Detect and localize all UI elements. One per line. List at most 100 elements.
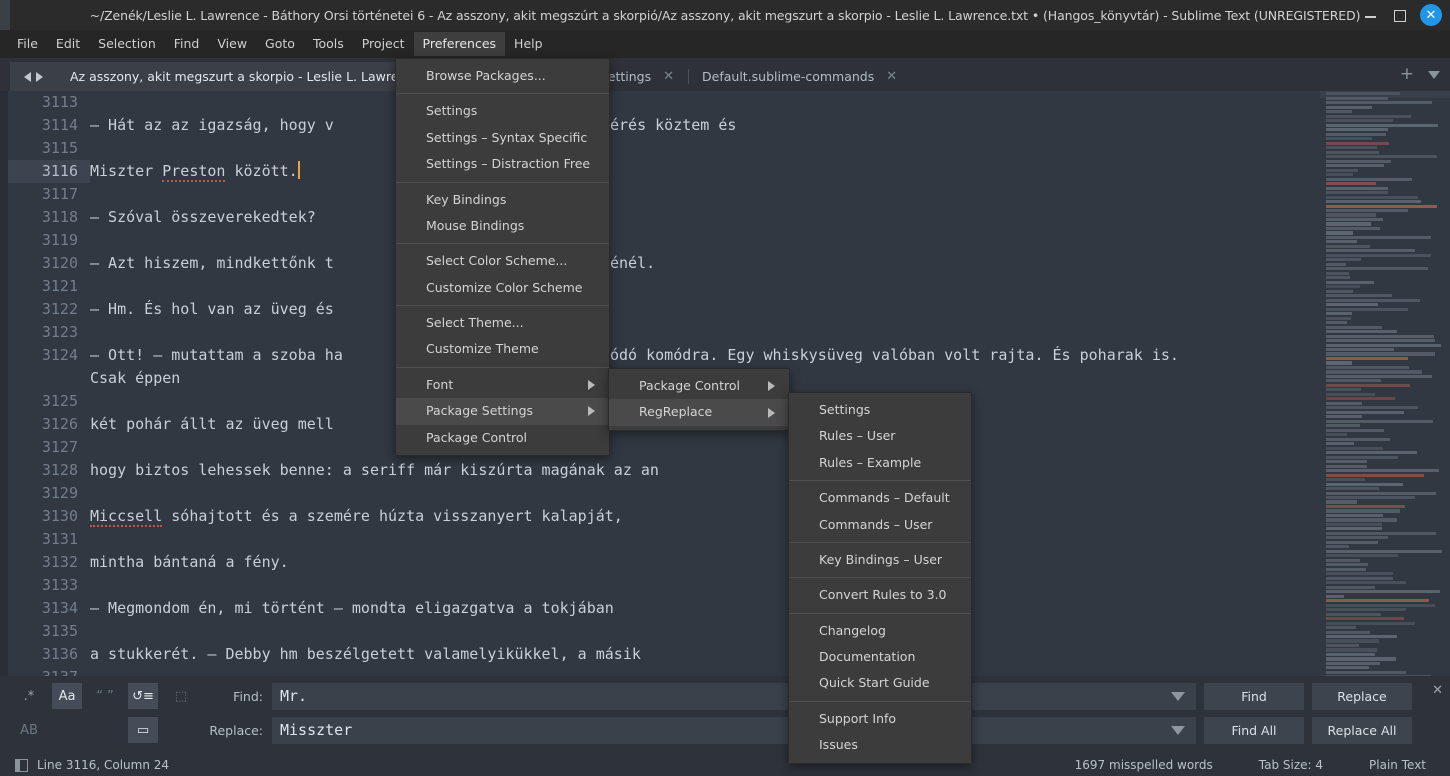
menu-goto[interactable]: Goto (256, 32, 304, 56)
tab-close-icon[interactable]: ✕ (886, 70, 897, 83)
menu-item-label: Changelog (819, 622, 886, 638)
menu-item-package-control[interactable]: Package Control (396, 425, 609, 451)
menu-item-select-theme[interactable]: Select Theme... (396, 310, 609, 336)
syntax-mode[interactable]: Plain Text (1369, 758, 1426, 772)
code-line[interactable]: hogy biztos lehessek benne: a seriff már… (90, 459, 1320, 482)
code-line[interactable] (90, 275, 1320, 298)
menu-item-mouse-bindings[interactable]: Mouse Bindings (396, 213, 609, 239)
sidebar-toggle-icon[interactable] (15, 758, 28, 772)
minimap-line (1326, 141, 1389, 145)
code-line[interactable] (90, 666, 1320, 676)
wrap-search-toggle[interactable]: ↺≡ (128, 683, 158, 709)
code-line[interactable] (90, 91, 1320, 114)
code-line[interactable] (90, 620, 1320, 643)
code-line-tail-3114[interactable]: érés köztem és (610, 114, 736, 137)
code-line[interactable] (90, 229, 1320, 252)
menu-item-commands-user[interactable]: Commands – User (789, 512, 971, 538)
menu-item-quick-start-guide[interactable]: Quick Start Guide (789, 670, 971, 696)
menu-item-key-bindings-user[interactable]: Key Bindings – User (789, 547, 971, 573)
new-tab-icon[interactable]: + (1400, 66, 1414, 83)
code-line[interactable]: — Szóval összeverekedtek? (90, 206, 1320, 229)
tab-scroll-arrows[interactable] (10, 62, 56, 91)
menu-item-customize-color-scheme[interactable]: Customize Color Scheme (396, 275, 609, 301)
close-button[interactable]: ✕ (1420, 4, 1442, 26)
menu-item-browse-packages[interactable]: Browse Packages... (396, 63, 609, 89)
code-line[interactable]: Miccsell sóhajtott és a szemére húzta vi… (90, 505, 1320, 528)
menu-item-customize-theme[interactable]: Customize Theme (396, 336, 609, 362)
minimize-button[interactable] (1364, 8, 1378, 22)
regex-toggle[interactable]: .* (14, 683, 44, 709)
tab-prev-arrow-icon[interactable] (23, 71, 31, 82)
code-line[interactable] (90, 528, 1320, 551)
code-line[interactable] (90, 574, 1320, 597)
menu-item-key-bindings[interactable]: Key Bindings (396, 187, 609, 213)
menu-item-changelog[interactable]: Changelog (789, 618, 971, 644)
find-all-button[interactable]: Find All (1204, 716, 1304, 744)
code-line[interactable]: — Azt hiszem, mindkettőnk t (90, 252, 1320, 275)
close-find-panel-icon[interactable]: ✕ (1432, 683, 1443, 698)
menu-item-settings-distraction-free[interactable]: Settings – Distraction Free (396, 151, 609, 177)
tab-bar: Az asszony, akit megszurt a skorpio - Le… (0, 58, 1450, 91)
code-line[interactable] (90, 321, 1320, 344)
menu-view[interactable]: View (208, 32, 256, 56)
highlight-results-toggle[interactable]: ▭ (128, 717, 158, 743)
menu-item-convert-rules-to-3-0[interactable]: Convert Rules to 3.0 (789, 582, 971, 608)
tab-size[interactable]: Tab Size: 4 (1259, 758, 1323, 772)
whole-word-toggle[interactable]: “ ” (90, 683, 120, 709)
code-line-tail-3120[interactable]: énél. (610, 252, 655, 275)
menu-item-settings[interactable]: Settings (789, 397, 971, 423)
menu-project[interactable]: Project (353, 32, 414, 56)
preserve-case-toggle[interactable]: AB (14, 717, 44, 743)
preferences-dropdown-menu[interactable]: Browse Packages... Settings Settings – Syn… (395, 58, 610, 456)
menu-item-rules-example[interactable]: Rules – Example (789, 450, 971, 476)
case-sensitive-toggle[interactable]: Aa (52, 683, 82, 709)
menu-selection[interactable]: Selection (89, 32, 165, 56)
minimap-line (1326, 469, 1439, 473)
code-line[interactable]: mintha bántaná a fény. (90, 551, 1320, 574)
menu-item-commands-default[interactable]: Commands – Default (789, 485, 971, 511)
regreplace-submenu[interactable]: Settings Rules – User Rules – Example Comma… (788, 392, 972, 764)
menu-edit[interactable]: Edit (47, 32, 89, 56)
tab-next-arrow-icon[interactable] (35, 71, 43, 82)
replace-button[interactable]: Replace (1312, 682, 1412, 710)
menu-item-rules-user[interactable]: Rules – User (789, 423, 971, 449)
package-settings-submenu[interactable]: Package Control RegReplace (608, 368, 790, 431)
maximize-button[interactable] (1392, 8, 1406, 22)
menu-item-settings-syntax-specific[interactable]: Settings – Syntax Specific (396, 125, 609, 151)
chevron-down-icon[interactable] (1428, 70, 1440, 79)
search-input[interactable] (272, 682, 1160, 710)
code-line-tail-3124[interactable]: ódó komódra. Egy whiskysüveg valóban vol… (610, 344, 1179, 367)
minimap-line (1326, 531, 1437, 535)
menu-file[interactable]: File (8, 32, 47, 56)
find-history-dropdown[interactable] (1160, 682, 1196, 710)
menu-item-package-control[interactable]: Package Control (609, 373, 789, 399)
find-button[interactable]: Find (1204, 682, 1304, 710)
replace-input[interactable] (272, 716, 1160, 744)
code-line[interactable] (90, 482, 1320, 505)
code-line[interactable]: — Hm. És hol van az üveg és (90, 298, 1320, 321)
code-line[interactable]: — Megmondom én, mi történt — mondta elig… (90, 597, 1320, 620)
menu-item-select-color-scheme[interactable]: Select Color Scheme... (396, 248, 609, 274)
code-line[interactable] (90, 137, 1320, 160)
menu-item-documentation[interactable]: Documentation (789, 644, 971, 670)
menu-item-settings[interactable]: Settings (396, 98, 609, 124)
tab-close-icon[interactable]: ✕ (663, 70, 674, 83)
code-line[interactable] (90, 436, 1320, 459)
menu-item-regreplace[interactable]: RegReplace (609, 399, 789, 426)
menu-item-package-settings[interactable]: Package Settings (396, 398, 609, 425)
menu-item-font[interactable]: Font (396, 372, 609, 398)
code-line[interactable]: Miszter Preston között. (90, 160, 1320, 183)
replace-all-button[interactable]: Replace All (1312, 716, 1412, 744)
in-selection-toggle[interactable]: ⬚ (166, 683, 196, 709)
menu-find[interactable]: Find (165, 32, 209, 56)
menu-tools[interactable]: Tools (304, 32, 353, 56)
menu-item-issues[interactable]: Issues (789, 732, 971, 758)
menu-help[interactable]: Help (505, 32, 552, 56)
tab-default-sublime-commands[interactable]: Default.sublime-commands ✕ (688, 62, 911, 91)
code-line[interactable] (90, 183, 1320, 206)
code-line[interactable]: a stukkerét. — Debby hm beszélgetett val… (90, 643, 1320, 666)
menu-item-support-info[interactable]: Support Info (789, 706, 971, 732)
menu-preferences[interactable]: Preferences (413, 32, 506, 56)
minimap[interactable] (1320, 91, 1450, 676)
replace-history-dropdown[interactable] (1160, 716, 1196, 744)
